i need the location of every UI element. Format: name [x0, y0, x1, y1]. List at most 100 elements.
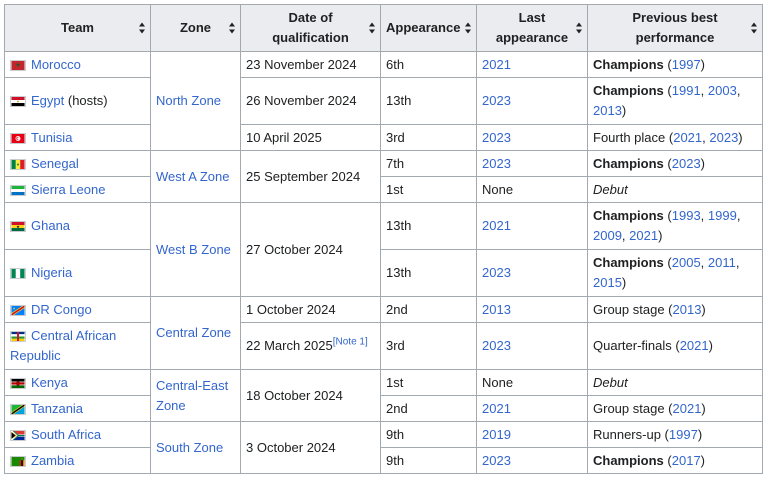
team-link[interactable]: Kenya [31, 375, 68, 390]
year-link[interactable]: 2003 [708, 83, 737, 98]
year-link[interactable]: 2017 [672, 453, 701, 468]
team-link[interactable]: South Africa [31, 427, 101, 442]
year-link[interactable]: 2021 [482, 57, 511, 72]
header-date[interactable]: Date of qualification [240, 4, 381, 52]
performance-cell: Champions (1991, 2003, 2013) [587, 77, 763, 125]
sort-icon[interactable] [369, 22, 375, 34]
south-africa-flag-icon [10, 429, 26, 441]
year-link[interactable]: 1997 [669, 427, 698, 442]
date-cell: 1 October 2024 [240, 296, 381, 323]
team-link[interactable]: Sierra Leone [31, 182, 105, 197]
table-row: Nigeria 13th 2023 Champions (2005, 2011,… [4, 249, 763, 297]
appearance-cell: 13th [380, 77, 477, 125]
year-link[interactable]: 2023 [482, 453, 511, 468]
date-cell: 22 March 2025[Note 1] [240, 322, 381, 370]
performance-cell: Runners-up (1997) [587, 421, 763, 448]
header-previous-best[interactable]: Previous best performance [587, 4, 763, 52]
zone-link[interactable]: North Zone [156, 93, 221, 108]
sort-icon[interactable] [465, 22, 471, 34]
year-link[interactable]: 2023 [672, 156, 701, 171]
appearance-cell: 2nd [380, 296, 477, 323]
year-link[interactable]: 2023 [482, 93, 511, 108]
year-link[interactable]: 1991 [672, 83, 701, 98]
year-link[interactable]: 2023 [482, 130, 511, 145]
year-link[interactable]: 2021 [673, 130, 702, 145]
year-link[interactable]: 2013 [673, 302, 702, 317]
sort-icon[interactable] [139, 22, 145, 34]
team-link[interactable]: DR Congo [31, 302, 92, 317]
date-cell: 25 September 2024 [240, 150, 381, 203]
year-link[interactable]: 2021 [629, 228, 658, 243]
zone-link[interactable]: Central-East Zone [156, 378, 228, 413]
year-link[interactable]: 2023 [482, 338, 511, 353]
year-link[interactable]: 2023 [482, 265, 511, 280]
year-link[interactable]: 2021 [680, 338, 709, 353]
team-link[interactable]: Senegal [31, 156, 79, 171]
table-row: Central African Republic 22 March 2025[No… [4, 322, 763, 370]
zone-link[interactable]: Central Zone [156, 325, 231, 340]
table-row: Tunisia 10 April 2025 3rd 2023 Fourth pl… [4, 124, 763, 151]
team-link[interactable]: Ghana [31, 218, 70, 233]
team-link[interactable]: Tanzania [31, 401, 83, 416]
table-row: Egypt (hosts) 26 November 2024 13th 2023… [4, 77, 763, 125]
team-link[interactable]: Nigeria [31, 265, 72, 280]
appearance-cell: 9th [380, 447, 477, 474]
table-row: Kenya Central-East Zone 18 October 2024 1… [4, 369, 763, 422]
year-link[interactable]: 2013 [593, 103, 622, 118]
performance-cell: Champions (1993, 1999, 2009, 2021) [587, 202, 763, 250]
appearance-cell: 7th [380, 150, 477, 177]
year-link[interactable]: 2021 [673, 401, 702, 416]
zone-cell: Central Zone [150, 296, 241, 370]
year-link[interactable]: 2011 [708, 255, 736, 270]
date-cell: 27 October 2024 [240, 202, 381, 297]
team-cell: Egypt (hosts) [4, 77, 151, 125]
team-cell: South Africa [4, 421, 151, 448]
team-link[interactable]: Zambia [31, 453, 74, 468]
year-link[interactable]: 1997 [672, 57, 701, 72]
table-row: Sierra Leone 1st None Debut [4, 176, 763, 203]
performance-cell: Champions (2017) [587, 447, 763, 474]
last-appearance-cell: 2019 [476, 421, 588, 448]
team-link[interactable]: Egypt [31, 93, 64, 108]
header-zone[interactable]: Zone [150, 4, 241, 52]
year-link[interactable]: 2023 [482, 156, 511, 171]
central-african-republic-flag-icon [10, 331, 26, 343]
year-link[interactable]: 2023 [709, 130, 738, 145]
sort-icon[interactable] [751, 22, 757, 34]
date-cell: 10 April 2025 [240, 124, 381, 151]
date-cell: 26 November 2024 [240, 77, 381, 125]
footnote-link[interactable]: [Note 1] [333, 337, 368, 348]
last-appearance-cell: None [476, 176, 588, 203]
year-link[interactable]: 2013 [482, 302, 511, 317]
last-appearance-cell: 2023 [476, 150, 588, 177]
header-appearance[interactable]: Appearance [380, 4, 477, 52]
header-team[interactable]: Team [4, 4, 151, 52]
last-appearance-cell: 2023 [476, 447, 588, 474]
date-cell: 23 November 2024 [240, 51, 381, 78]
zone-cell: South Zone [150, 421, 241, 474]
performance-cell: Champions (1997) [587, 51, 763, 78]
sort-icon[interactable] [229, 22, 235, 34]
performance-cell: Group stage (2021) [587, 395, 763, 422]
header-last-appearance[interactable]: Last appearance [476, 4, 588, 52]
team-cell: Ghana [4, 202, 151, 250]
date-cell: 3 October 2024 [240, 421, 381, 474]
team-link[interactable]: Tunisia [31, 130, 72, 145]
year-link[interactable]: 1999 [708, 208, 737, 223]
year-link[interactable]: 2005 [672, 255, 701, 270]
year-link[interactable]: 2021 [482, 218, 511, 233]
ghana-flag-icon [10, 221, 26, 233]
year-link[interactable]: 2015 [593, 275, 622, 290]
performance-cell: Fourth place (2021, 2023) [587, 124, 763, 151]
zone-cell: West A Zone [150, 150, 241, 203]
team-link[interactable]: Morocco [31, 57, 81, 72]
year-link[interactable]: 2009 [593, 228, 622, 243]
zone-link[interactable]: West A Zone [156, 169, 229, 184]
year-link[interactable]: 2021 [482, 401, 511, 416]
year-link[interactable]: 2019 [482, 427, 511, 442]
year-link[interactable]: 1993 [672, 208, 701, 223]
zone-link[interactable]: South Zone [156, 440, 223, 455]
team-cell: Morocco [4, 51, 151, 78]
sort-icon[interactable] [576, 22, 582, 34]
zone-link[interactable]: West B Zone [156, 242, 231, 257]
